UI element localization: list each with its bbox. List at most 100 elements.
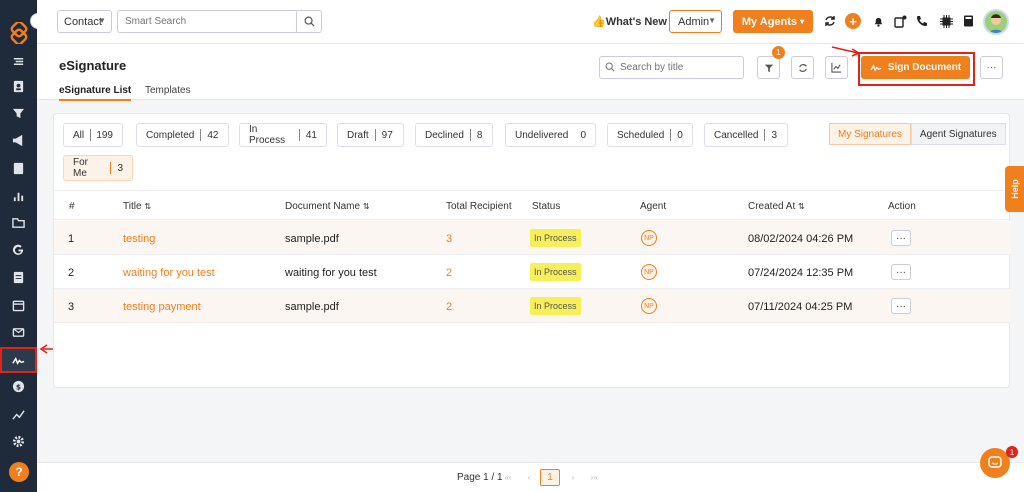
help-side-tab[interactable]: Help (1005, 166, 1024, 212)
sidebar-item-contacts[interactable] (0, 75, 37, 97)
filter-chip-cancelled[interactable]: Cancelled 3 (704, 123, 788, 147)
tab-esignature-list[interactable]: eSignature List (59, 85, 132, 101)
chevron-down-icon: ▼ (708, 16, 716, 25)
row-document-name: sample.pdf (285, 301, 339, 313)
status-badge: In Process (530, 263, 581, 281)
my-agents-button[interactable]: My Agents ▾ (733, 10, 813, 33)
column-header-action: Action (888, 201, 916, 212)
first-page-button[interactable]: «‹ (500, 469, 516, 486)
sidebar-item-calendar[interactable] (0, 294, 37, 316)
signatures-panel: All 199 Completed 42 In Process 41 Draft 97 … (53, 113, 1011, 388)
top-bar: Contact▼ 👍What's New Admin▼ My Agents ▾ … (37, 0, 1024, 44)
sidebar-item-billing[interactable]: $ (0, 375, 37, 397)
last-page-button[interactable]: ›» (586, 469, 602, 486)
search-button[interactable] (297, 10, 322, 33)
app-logo[interactable] (8, 22, 30, 44)
sidebar-item-list[interactable] (0, 50, 37, 72)
row-action-button[interactable]: ··· (891, 298, 911, 314)
admin-select[interactable]: Admin ▼ (669, 10, 722, 33)
sort-icon: ⇅ (362, 202, 370, 211)
bell-icon[interactable] (871, 14, 885, 28)
current-page-button[interactable]: 1 (540, 469, 560, 486)
phone-icon[interactable] (915, 14, 929, 28)
user-avatar[interactable] (983, 9, 1009, 35)
tab-templates[interactable]: Templates (145, 85, 191, 96)
column-header-created[interactable]: Created At ⇅ (748, 201, 805, 212)
filter-chip-for-me[interactable]: For Me 3 (63, 155, 133, 181)
row-recipient-count[interactable]: 3 (446, 233, 452, 245)
sign-document-label: Sign Document (887, 62, 962, 73)
agent-signatures-toggle[interactable]: Agent Signatures (910, 123, 1006, 145)
calculator-icon[interactable] (961, 14, 975, 28)
row-recipient-count[interactable]: 2 (446, 301, 452, 313)
table-row: 3 testing payment sample.pdf 2 In Proces… (54, 289, 1011, 323)
sidebar-item-esignature[interactable] (0, 347, 37, 373)
filter-chip-undelivered[interactable]: Undelivered 0 (505, 123, 596, 147)
row-document-name: waiting for you test (285, 267, 377, 279)
row-number: 3 (68, 301, 75, 313)
more-horizontal-icon: ··· (986, 62, 997, 73)
agent-avatar: NP (641, 264, 657, 280)
add-icon[interactable]: + (845, 13, 861, 29)
signature-owner-toggle: My Signatures Agent Signatures (829, 123, 1006, 145)
filter-chip-draft[interactable]: Draft 97 (337, 123, 404, 147)
refresh-icon[interactable] (823, 14, 837, 28)
sidebar-item-documents[interactable] (0, 266, 37, 288)
filter-chip-label: Cancelled (714, 129, 759, 141)
row-created-at: 08/02/2024 04:26 PM (748, 233, 854, 245)
sidebar-item-google[interactable] (0, 238, 37, 260)
column-header-recipients: Total Recipient (446, 201, 512, 212)
tasks-icon[interactable] (893, 14, 907, 28)
sidebar-help-button[interactable]: ? (9, 462, 29, 482)
column-header-document[interactable]: Document Name ⇅ (285, 201, 370, 212)
sidebar-item-mail[interactable] (0, 321, 37, 343)
filter-chip-declined[interactable]: Declined 8 (415, 123, 493, 147)
book-icon (13, 162, 24, 174)
my-agents-label: My Agents (741, 15, 798, 28)
filter-chip-completed[interactable]: Completed 42 (136, 123, 229, 147)
my-signatures-toggle[interactable]: My Signatures (829, 123, 911, 145)
whats-new-link[interactable]: 👍What's New (592, 15, 667, 28)
sidebar-item-books[interactable] (0, 157, 37, 179)
table-header: # Title ⇅ Document Name ⇅ Total Recipien… (54, 190, 1011, 220)
title-search-input[interactable] (599, 56, 744, 79)
ai-chip-icon[interactable] (939, 14, 953, 28)
agent-avatar: NP (641, 230, 657, 246)
filter-chip-all[interactable]: All 199 (63, 123, 123, 147)
row-action-button[interactable]: ··· (891, 230, 911, 246)
filter-chip-count: 3 (117, 162, 123, 174)
row-action-button[interactable]: ··· (891, 264, 911, 280)
prev-page-button[interactable]: ‹ (521, 469, 537, 486)
sidebar-item-funnel[interactable] (0, 102, 37, 124)
filter-button[interactable] (757, 56, 780, 79)
sidebar-item-reports[interactable] (0, 185, 37, 207)
filter-chip-count: 97 (381, 129, 393, 141)
column-header-title[interactable]: Title ⇅ (123, 201, 151, 212)
sidebar-item-files[interactable] (0, 211, 37, 233)
more-options-button[interactable]: ··· (980, 56, 1003, 79)
funnel-icon (12, 108, 25, 118)
row-created-at: 07/11/2024 04:25 PM (748, 301, 853, 313)
analytics-button[interactable] (825, 56, 848, 79)
smart-search-input[interactable] (117, 10, 297, 33)
row-title-link[interactable]: testing payment (123, 301, 201, 313)
row-title-link[interactable]: testing (123, 233, 155, 245)
row-recipient-count[interactable]: 2 (446, 267, 452, 279)
sidebar-item-settings[interactable] (0, 430, 37, 452)
sidebar-item-campaigns[interactable] (0, 129, 37, 151)
table-row: 1 testing sample.pdf 3 In Process NP 08/… (54, 221, 1011, 255)
column-header-agent: Agent (640, 201, 667, 212)
filter-chip-count: 0 (580, 129, 586, 141)
status-badge: In Process (530, 297, 581, 315)
filter-chip-in-process[interactable]: In Process 41 (239, 123, 327, 147)
column-header-label: Created At (748, 201, 796, 212)
next-page-button[interactable]: › (565, 469, 581, 486)
sidebar-item-analytics[interactable] (0, 403, 37, 425)
filter-chip-label: Undelivered (515, 129, 569, 141)
filter-chip-scheduled[interactable]: Scheduled 0 (607, 123, 693, 147)
sign-document-button[interactable]: Sign Document (861, 56, 970, 79)
row-title-link[interactable]: waiting for you test (123, 267, 215, 279)
context-select[interactable]: Contact ▼ (57, 10, 112, 33)
refresh-button[interactable] (791, 56, 814, 79)
bar-chart-icon (13, 192, 24, 201)
